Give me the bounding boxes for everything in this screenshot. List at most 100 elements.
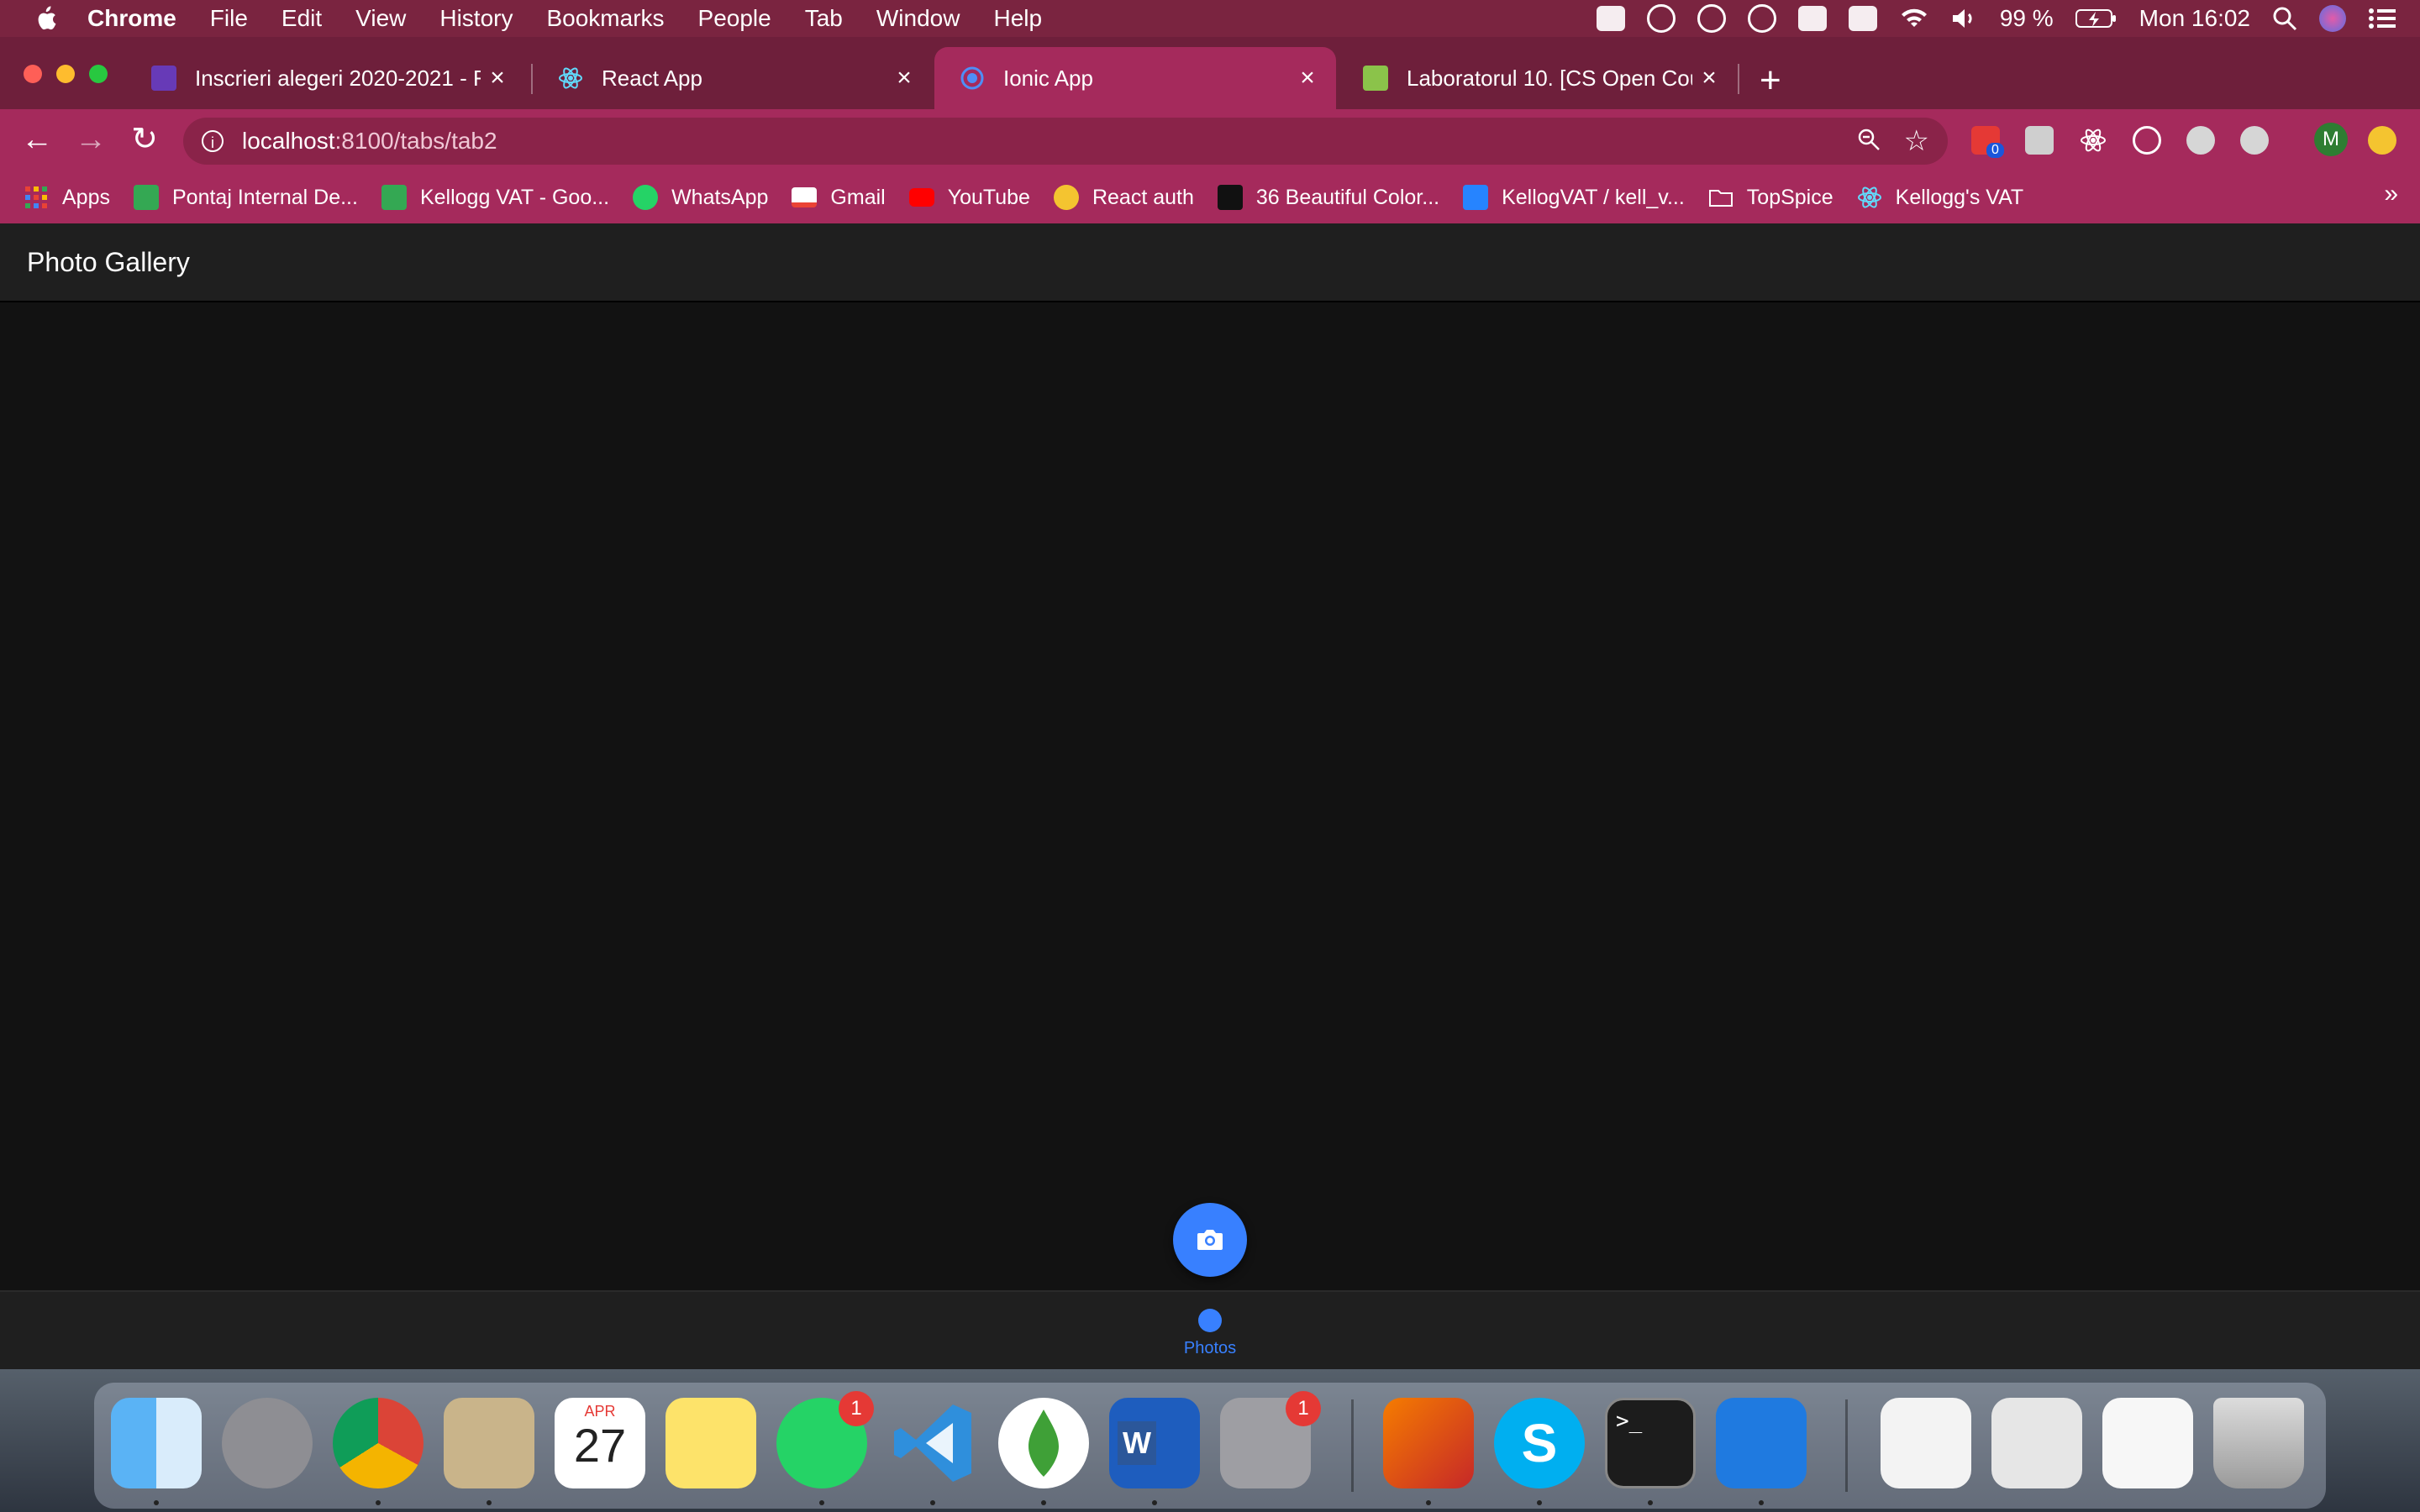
tab-close-button[interactable]: × — [887, 64, 921, 92]
running-indicator — [1041, 1500, 1046, 1505]
menu-file[interactable]: File — [210, 5, 248, 32]
mail-app-icon[interactable] — [444, 1398, 534, 1488]
menu-tab[interactable]: Tab — [805, 5, 843, 32]
google-forms-icon — [151, 66, 176, 91]
xcode-icon[interactable] — [1716, 1398, 1807, 1488]
volume-icon[interactable] — [1951, 7, 1978, 30]
reload-button[interactable]: ↻ — [126, 121, 163, 158]
tab-close-button[interactable]: × — [1291, 64, 1324, 92]
menu-history[interactable]: History — [439, 5, 513, 32]
rocket-typist-icon[interactable] — [1383, 1398, 1474, 1488]
menu-window[interactable]: Window — [876, 5, 960, 32]
downloads-stack-icon[interactable] — [1991, 1398, 2082, 1488]
tab-ionic-app[interactable]: Ionic App × — [934, 47, 1336, 109]
bookmark-react-auth[interactable]: React auth — [1053, 185, 1194, 210]
menu-bookmarks[interactable]: Bookmarks — [546, 5, 664, 32]
apps-grid-icon — [25, 186, 47, 208]
bookmark-beautiful-colors[interactable]: 36 Beautiful Color... — [1217, 185, 1439, 210]
shield-status-icon[interactable] — [1747, 4, 1776, 33]
terminal-icon[interactable]: >_ — [1605, 1398, 1696, 1488]
sync-status-icon[interactable] — [1697, 4, 1726, 33]
menu-help[interactable]: Help — [993, 5, 1042, 32]
bookmark-youtube[interactable]: YouTube — [908, 186, 1030, 210]
menu-view[interactable]: View — [355, 5, 406, 32]
profile-avatar[interactable]: M — [2314, 123, 2348, 156]
url-path: :8100/tabs/tab2 — [334, 128, 497, 154]
bookmark-label: Pontaj Internal De... — [171, 185, 358, 209]
check-extension-icon[interactable] — [2240, 126, 2269, 155]
checkmark-status-icon[interactable] — [1596, 6, 1625, 31]
zoom-icon[interactable] — [1857, 128, 1881, 151]
address-bar[interactable]: i localhost:8100/tabs/tab2 ☆ — [183, 118, 1948, 165]
bookmarks-overflow-button[interactable]: » — [2384, 180, 2398, 208]
mongodb-compass-icon[interactable] — [998, 1398, 1089, 1488]
bookmark-label: Gmail — [830, 185, 886, 209]
update-indicator-icon[interactable] — [2368, 126, 2396, 155]
word-document-stack-icon[interactable] — [2102, 1398, 2193, 1488]
siri-icon[interactable] — [2319, 5, 2346, 32]
tab-react-app[interactable]: React App × — [533, 47, 933, 109]
battery-icon[interactable] — [2075, 8, 2118, 29]
tab-photos[interactable]: Photos — [1160, 1309, 1260, 1358]
bookmark-label: Apps — [62, 185, 110, 209]
tab-close-button[interactable]: × — [1692, 64, 1726, 92]
bookmark-label: TopSpice — [1746, 185, 1833, 209]
trash-icon[interactable] — [2213, 1398, 2304, 1488]
rocket-status-icon[interactable] — [1646, 4, 1676, 33]
tab-laboratorul[interactable]: Laboratorul 10. [CS Open Cour × — [1338, 47, 1738, 109]
menu-people[interactable]: People — [698, 5, 771, 32]
menu-edit[interactable]: Edit — [281, 5, 322, 32]
bookmark-label: React auth — [1092, 185, 1194, 209]
input-source-icon[interactable] — [1848, 6, 1877, 31]
bookmark-topspice[interactable]: TopSpice — [1708, 185, 1833, 210]
running-indicator — [1759, 1500, 1764, 1505]
notification-center-icon[interactable] — [2368, 7, 2396, 30]
b-status-icon[interactable] — [1797, 6, 1827, 31]
take-photo-button[interactable] — [1173, 1203, 1247, 1277]
wifi-icon[interactable] — [1899, 7, 1929, 30]
close-window-button[interactable] — [24, 65, 42, 83]
minus-extension-icon[interactable] — [2186, 126, 2215, 155]
bookmark-whatsapp[interactable]: WhatsApp — [633, 185, 768, 210]
menu-clock[interactable]: Mon 16:02 — [2139, 5, 2250, 32]
tab-title: Inscrieri alegeri 2020-2021 - Fo — [195, 65, 481, 91]
notes-icon[interactable] — [666, 1398, 756, 1488]
menu-app-name[interactable]: Chrome — [87, 5, 176, 32]
bookmark-kellogg-vat-google[interactable]: Kellogg VAT - Goo... — [381, 185, 609, 210]
tab-photos-label: Photos — [1183, 1339, 1237, 1357]
back-button[interactable]: ← — [18, 121, 55, 158]
new-tab-button[interactable]: + — [1760, 62, 1781, 99]
app-header: Photo Gallery — [0, 223, 2420, 302]
forward-button[interactable]: → — [72, 121, 109, 158]
launchpad-icon[interactable] — [222, 1398, 313, 1488]
apple-logo-icon[interactable] — [34, 5, 57, 32]
extension-copy-icon[interactable] — [2025, 126, 2054, 155]
site-info-icon[interactable]: i — [202, 130, 224, 152]
tab-inscrieri[interactable]: Inscrieri alegeri 2020-2021 - Fo × — [126, 47, 526, 109]
spotlight-search-icon[interactable] — [2272, 6, 2297, 31]
document-stack-icon[interactable] — [1881, 1398, 1971, 1488]
battery-percent: 99 % — [1999, 5, 2054, 31]
finder-icon[interactable] — [111, 1398, 202, 1488]
skype-icon[interactable]: S — [1494, 1398, 1585, 1488]
calendar-icon[interactable]: APR 27 — [555, 1398, 645, 1488]
bookmark-kellogvat-repo[interactable]: KellogVAT / kell_v... — [1463, 185, 1685, 210]
running-indicator — [1648, 1500, 1653, 1505]
minimize-window-button[interactable] — [56, 65, 75, 83]
bookmark-pontaj[interactable]: Pontaj Internal De... — [133, 185, 358, 210]
bookmark-kelloggs-vat[interactable]: Kellogg's VAT — [1857, 185, 2023, 210]
bookmark-apps[interactable]: Apps — [24, 185, 110, 210]
bookmark-label: Kellogg VAT - Goo... — [419, 185, 610, 209]
tab-close-button[interactable]: × — [481, 64, 514, 92]
react-devtools-icon[interactable] — [2079, 126, 2107, 155]
bookmark-star-icon[interactable]: ☆ — [1904, 124, 1929, 158]
vscode-icon[interactable] — [887, 1398, 978, 1488]
bookmark-gmail[interactable]: Gmail — [792, 185, 886, 210]
youtube-icon — [908, 188, 934, 207]
chrome-icon[interactable] — [333, 1398, 424, 1488]
zoom-window-button[interactable] — [89, 65, 108, 83]
bookmark-label: WhatsApp — [671, 185, 769, 209]
target-extension-icon[interactable] — [2133, 126, 2161, 155]
word-icon[interactable]: W — [1109, 1398, 1200, 1488]
gmail-icon — [792, 187, 818, 207]
